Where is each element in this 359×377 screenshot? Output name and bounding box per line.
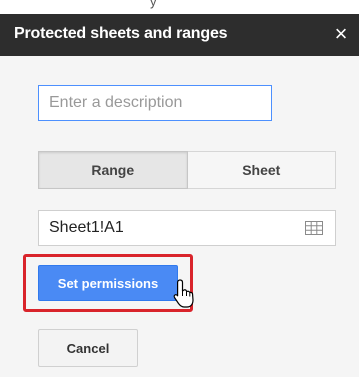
close-icon[interactable]: ×	[330, 22, 352, 46]
panel-header: Protected sheets and ranges ×	[0, 14, 359, 56]
clipped-text: y	[150, 0, 157, 9]
description-input[interactable]	[38, 85, 272, 121]
tab-sheet-label: Sheet	[242, 162, 281, 178]
cancel-label: Cancel	[66, 340, 110, 356]
cancel-button[interactable]: Cancel	[38, 329, 138, 367]
tab-range-label: Range	[91, 162, 135, 178]
range-sheet-toggle: Range Sheet	[38, 151, 336, 189]
range-input[interactable]: Sheet1!A1	[38, 210, 336, 246]
set-permissions-label: Set permissions	[57, 275, 159, 291]
range-value: Sheet1!A1	[49, 219, 124, 236]
grid-icon[interactable]	[305, 221, 323, 235]
panel-title: Protected sheets and ranges	[14, 25, 228, 42]
set-permissions-button[interactable]: Set permissions	[38, 265, 178, 301]
tab-range[interactable]: Range	[38, 151, 188, 189]
protected-ranges-panel: y Protected sheets and ranges × Range Sh…	[0, 0, 359, 377]
tab-sheet[interactable]: Sheet	[187, 151, 336, 189]
top-strip: y	[0, 0, 359, 14]
